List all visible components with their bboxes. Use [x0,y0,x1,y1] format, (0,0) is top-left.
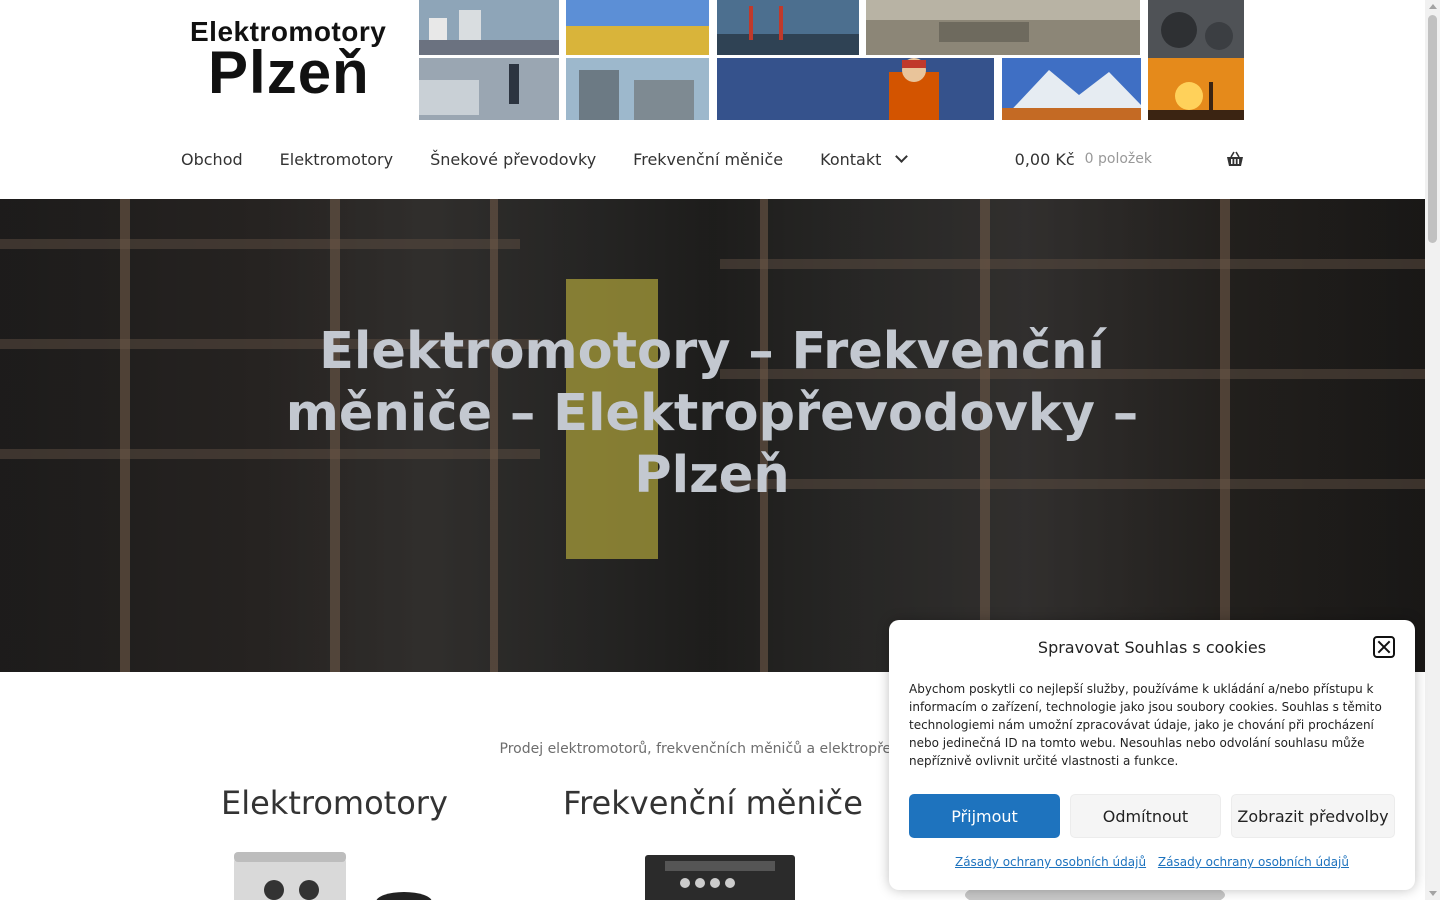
vertical-scrollbar[interactable] [1425,0,1440,900]
nav-item-snekove-prevodovky[interactable]: Šnekové převodovky [430,150,596,169]
product-image-frekvencni-menic[interactable] [645,855,795,900]
cookie-dialog-text: Abychom poskytli co nejlepší služby, pou… [909,682,1382,768]
scroll-up-arrow-icon[interactable] [1429,4,1437,9]
logo-line-2: Plzeň [208,39,370,106]
header-cart[interactable]: 0,00 Kč 0 položek [1015,148,1244,170]
privacy-policy-link[interactable]: Zásady ochrany osobních údajů [955,855,1146,869]
hero-bg-post [1220,199,1230,672]
close-icon[interactable] [1373,636,1395,658]
nav-item-kontakt[interactable]: Kontakt [820,150,909,169]
site-logo[interactable]: Elektromotory Plzeň [186,14,416,114]
hero-title: Elektromotory – Frekvenční měniče – Elek… [285,322,1139,505]
nav-item-kontakt-label[interactable]: Kontakt [820,150,881,169]
category-title-frekvencni-menice[interactable]: Frekvenční měniče [563,784,863,822]
nav-item-obchod[interactable]: Obchod [181,150,243,169]
hero-bg-shelf [720,259,1425,269]
chevron-down-icon[interactable] [895,150,909,163]
hero-bg-shelf [0,239,520,249]
collage-image [419,0,1244,120]
deny-button[interactable]: Odmítnout [1070,794,1221,838]
cookie-dialog-title: Spravovat Souhlas s cookies [1037,638,1267,657]
product-image-elektromotor[interactable] [234,852,454,900]
header-photo-collage [419,0,1244,120]
cart-amount[interactable]: 0,00 Kč [1015,150,1075,169]
cookie-policy-links: Zásady ochrany osobních údajů Zásady och… [889,855,1415,869]
view-preferences-button[interactable]: Zobrazit předvolby [1231,794,1395,838]
category-title-elektromotory[interactable]: Elektromotory [221,784,448,822]
cookie-consent-dialog: Spravovat Souhlas s cookies Abychom posk… [889,620,1415,890]
nav-item-frekvencni-menice[interactable]: Frekvenční měniče [633,150,783,169]
accept-button[interactable]: Přijmout [909,794,1060,838]
nav-item-elektromotory[interactable]: Elektromotory [280,150,393,169]
basket-icon[interactable] [1226,151,1244,167]
scroll-down-arrow-icon[interactable] [1429,891,1437,896]
cart-item-count[interactable]: 0 položek [1085,151,1152,167]
scrollbar-thumb[interactable] [1428,15,1437,243]
main-navigation: Obchod Elektromotory Šnekové převodovky … [181,148,909,170]
hero-banner: Elektromotory – Frekvenční měniče – Elek… [0,199,1425,672]
privacy-policy-link-2[interactable]: Zásady ochrany osobních údajů [1158,855,1349,869]
hero-bg-post [120,199,130,672]
